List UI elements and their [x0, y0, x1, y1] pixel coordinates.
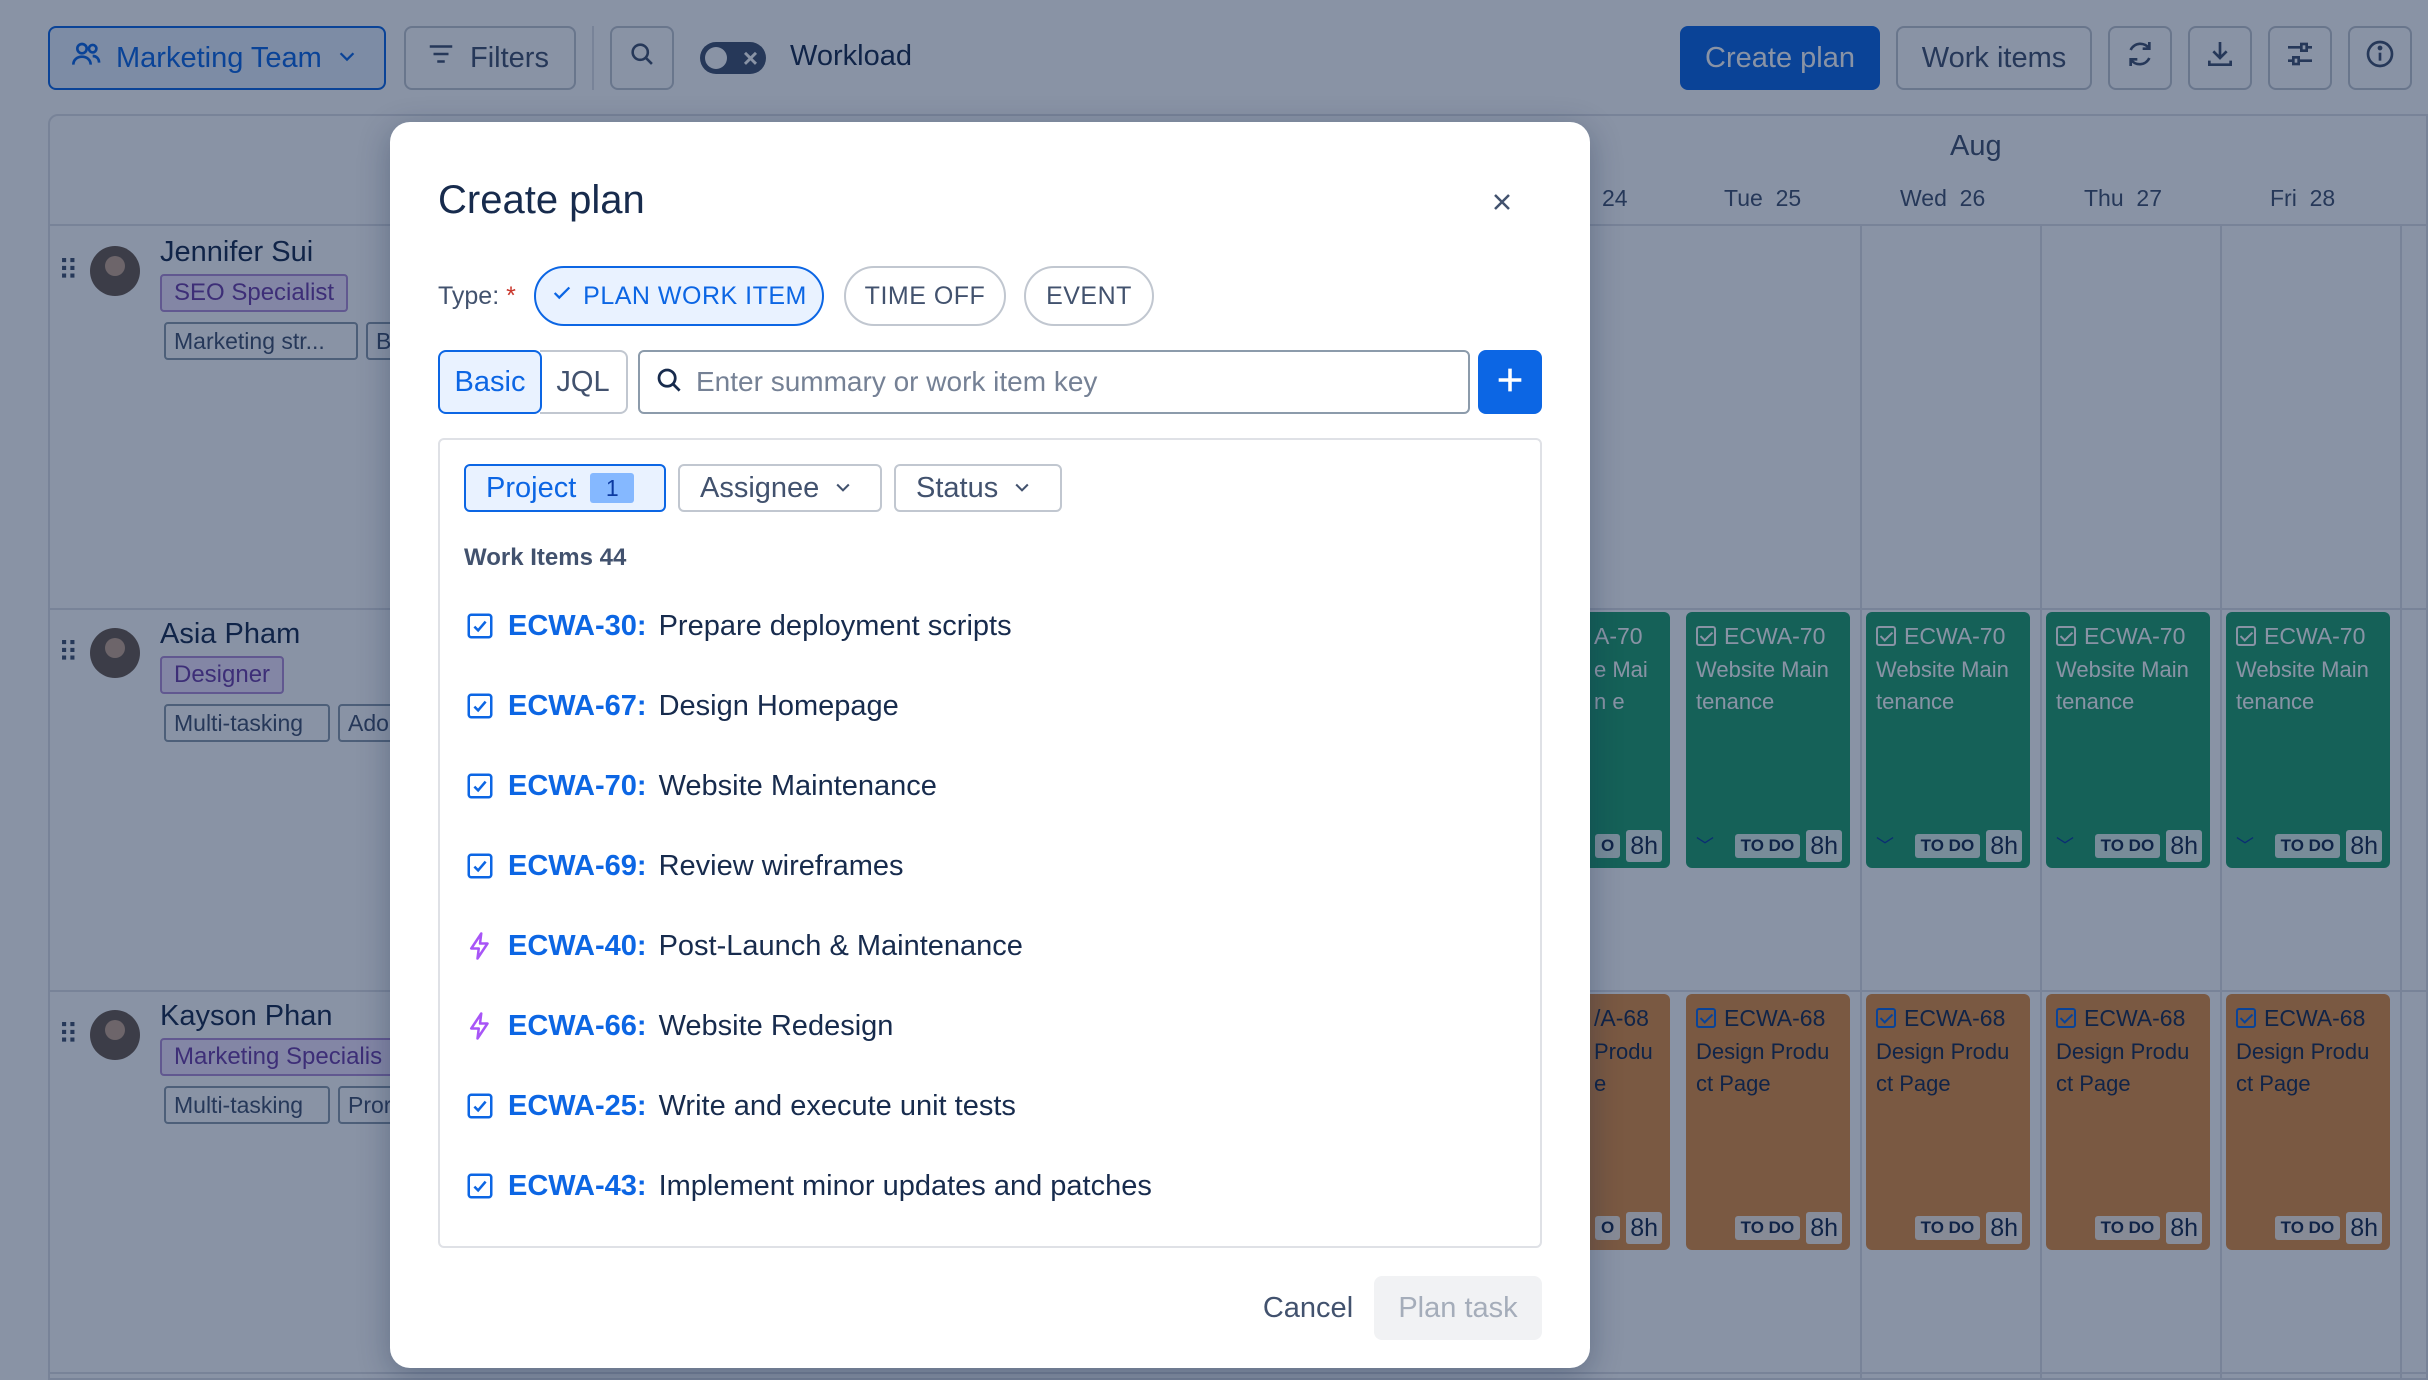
work-item-option[interactable]: ECWA-40: Post-Launch & Maintenance — [464, 906, 1514, 986]
work-item-search-box — [638, 350, 1470, 414]
epic-lightning-icon — [464, 930, 496, 962]
task-checkbox-icon — [464, 1170, 496, 1202]
create-plan-dialog: Create plan Type: * PLAN WORK ITEM TIME … — [390, 122, 1590, 1368]
plus-icon — [1493, 363, 1527, 402]
type-chip-event[interactable]: EVENT — [1024, 266, 1154, 326]
work-item-option[interactable]: ECWA-25: Write and execute unit tests — [464, 1066, 1514, 1146]
work-item-option[interactable]: ECWA-30: Prepare deployment scripts — [464, 586, 1514, 666]
status-filter-button[interactable]: Status — [894, 464, 1062, 512]
work-item-option[interactable]: ECWA-66: Website Redesign — [464, 986, 1514, 1066]
dialog-title: Create plan — [438, 178, 645, 222]
work-items-count-heading: Work Items 44 — [464, 544, 627, 571]
task-checkbox-icon — [464, 610, 496, 642]
task-checkbox-icon — [464, 850, 496, 882]
task-checkbox-icon — [464, 690, 496, 722]
work-item-option[interactable]: ECWA-67: Design Homepage — [464, 666, 1514, 746]
work-items-panel: Project 1 Assignee Status Work Items 44 … — [438, 438, 1542, 1248]
close-button[interactable] — [1480, 182, 1524, 226]
close-icon — [1490, 190, 1514, 219]
filter-count-badge: 1 — [590, 473, 635, 503]
project-filter-button[interactable]: Project 1 — [464, 464, 666, 512]
search-icon — [654, 365, 684, 400]
add-work-item-button[interactable] — [1478, 350, 1542, 414]
chevron-down-icon — [1012, 472, 1032, 505]
chevron-down-icon — [833, 472, 853, 505]
work-item-search-input[interactable] — [696, 366, 1456, 398]
check-icon — [551, 282, 573, 311]
work-item-option[interactable]: ECWA-43: Implement minor updates and pat… — [464, 1146, 1514, 1226]
search-mode-basic-tab[interactable]: Basic — [438, 350, 542, 414]
work-item-option[interactable]: ECWA-69: Review wireframes — [464, 826, 1514, 906]
task-checkbox-icon — [464, 770, 496, 802]
plan-task-button[interactable]: Plan task — [1374, 1276, 1542, 1340]
type-label: Type: * — [438, 282, 516, 310]
type-chip-time-off[interactable]: TIME OFF — [844, 266, 1006, 326]
task-checkbox-icon — [464, 1090, 496, 1122]
work-item-option[interactable]: ECWA-70: Website Maintenance — [464, 746, 1514, 826]
epic-lightning-icon — [464, 1010, 496, 1042]
search-mode-jql-tab[interactable]: JQL — [540, 350, 628, 414]
work-items-list: ECWA-30: Prepare deployment scripts ECWA… — [464, 586, 1514, 1226]
assignee-filter-button[interactable]: Assignee — [678, 464, 882, 512]
cancel-button[interactable]: Cancel — [1228, 1276, 1388, 1340]
type-chip-plan-work-item[interactable]: PLAN WORK ITEM — [534, 266, 824, 326]
